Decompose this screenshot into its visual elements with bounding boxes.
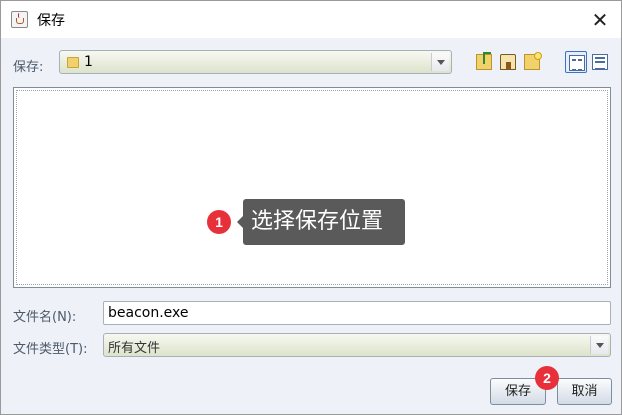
up-one-level-icon — [476, 52, 492, 70]
chevron-down-icon — [596, 343, 604, 348]
annotation-tooltip: 选择保存位置 — [237, 199, 405, 245]
new-folder-icon — [524, 52, 542, 70]
filetype-value: 所有文件 — [108, 341, 161, 356]
look-in-label: 保存: — [13, 60, 44, 75]
look-in-dropdown-button[interactable] — [431, 53, 449, 71]
cancel-button[interactable]: 取消 — [557, 378, 612, 405]
filetype-combo[interactable]: 所有文件 — [103, 333, 611, 357]
filename-label: 文件名(N): — [13, 310, 77, 325]
up-one-level-button[interactable] — [473, 51, 495, 73]
chevron-down-icon — [437, 60, 445, 65]
filetype-label: 文件类型(T): — [13, 342, 88, 357]
step-marker-2: 2 — [535, 366, 559, 390]
file-list-pane[interactable] — [13, 87, 611, 288]
save-dialog: 保存 ✕ 保存: 1 1 选择保存位置 文件名(N): beacon.exe 文… — [0, 0, 622, 415]
details-view-icon — [592, 54, 608, 70]
java-app-icon — [11, 11, 28, 28]
list-view-icon — [569, 55, 585, 71]
look-in-value: 1 — [84, 54, 93, 70]
home-button[interactable] — [497, 51, 519, 73]
new-folder-button[interactable] — [521, 51, 543, 73]
home-icon — [500, 54, 516, 70]
look-in-combo[interactable]: 1 — [59, 50, 452, 74]
filename-input[interactable]: beacon.exe — [103, 301, 611, 325]
details-view-button[interactable] — [589, 51, 611, 73]
list-view-button[interactable] — [565, 51, 587, 73]
close-button[interactable]: ✕ — [587, 7, 613, 33]
dialog-title: 保存 — [37, 13, 65, 29]
filetype-dropdown-button[interactable] — [590, 336, 608, 354]
title-bar: 保存 ✕ — [1, 1, 621, 38]
folder-icon — [67, 57, 79, 68]
step-marker-1: 1 — [207, 210, 231, 234]
